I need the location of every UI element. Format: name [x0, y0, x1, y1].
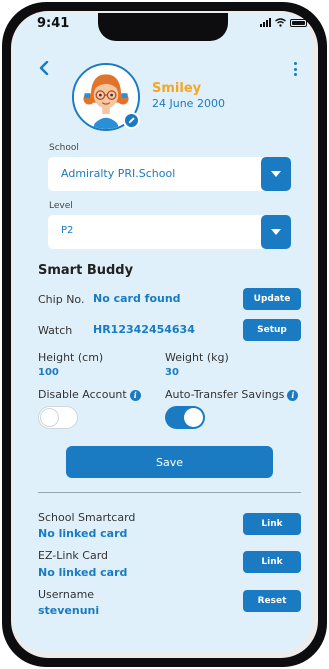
- toggle-knob: [184, 408, 203, 427]
- username-label: Username: [38, 588, 95, 601]
- smartcard-label: School Smartcard: [38, 511, 136, 524]
- auto-transfer-label: Auto-Transfer Savings i: [165, 388, 299, 401]
- chevron-down-icon[interactable]: [261, 215, 291, 249]
- status-time: 9:41: [37, 16, 70, 31]
- username-value: stevenuni: [38, 604, 100, 617]
- chip-value: No card found: [93, 292, 181, 305]
- link-ezlink-button[interactable]: Link: [243, 551, 301, 573]
- toggle-knob: [40, 408, 59, 427]
- school-label: School: [49, 143, 79, 153]
- back-arrow-icon[interactable]: [37, 61, 51, 75]
- height-label: Height (cm): [38, 351, 104, 364]
- auto-transfer-text: Auto-Transfer Savings: [165, 388, 285, 401]
- level-select-value: P2: [61, 225, 74, 236]
- status-icons: [260, 18, 307, 27]
- battery-icon: [290, 18, 307, 27]
- edit-avatar-button[interactable]: [123, 112, 140, 129]
- ezlink-label: EZ-Link Card: [38, 549, 109, 562]
- info-icon[interactable]: i: [287, 389, 299, 401]
- info-icon[interactable]: i: [129, 389, 141, 401]
- divider: [38, 492, 301, 493]
- pencil-icon: [128, 117, 135, 124]
- update-chip-button[interactable]: Update: [243, 288, 301, 310]
- more-options-icon[interactable]: [292, 62, 298, 76]
- level-select[interactable]: P2: [48, 215, 291, 249]
- watch-label: Watch: [38, 324, 73, 337]
- signal-icon: [260, 18, 271, 27]
- weight-label: Weight (kg): [165, 351, 229, 364]
- disable-account-label: Disable Account i: [38, 388, 141, 401]
- profile-name: Smiley: [152, 81, 202, 96]
- auto-transfer-toggle[interactable]: [165, 406, 205, 429]
- level-label: Level: [49, 201, 73, 211]
- weight-value: 30: [165, 367, 179, 378]
- watch-value: HR12342454634: [93, 323, 195, 336]
- chip-label: Chip No.: [38, 293, 85, 306]
- ezlink-value: No linked card: [38, 566, 128, 579]
- wifi-icon: [275, 18, 286, 27]
- smart-buddy-title: Smart Buddy: [38, 263, 134, 278]
- notch: [98, 13, 228, 41]
- reset-button[interactable]: Reset: [243, 590, 301, 612]
- save-button[interactable]: Save: [66, 446, 273, 478]
- school-select-value: Admiralty PRI.School: [61, 167, 176, 180]
- profile-dob: 24 June 2000: [152, 97, 225, 110]
- disable-account-text: Disable Account: [38, 388, 127, 401]
- setup-watch-button[interactable]: Setup: [243, 319, 301, 341]
- school-select[interactable]: Admiralty PRI.School: [48, 157, 291, 191]
- height-value: 100: [38, 367, 59, 378]
- chevron-down-icon[interactable]: [261, 157, 291, 191]
- smartcard-value: No linked card: [38, 527, 128, 540]
- disable-account-toggle[interactable]: [38, 406, 78, 429]
- link-smartcard-button[interactable]: Link: [243, 513, 301, 535]
